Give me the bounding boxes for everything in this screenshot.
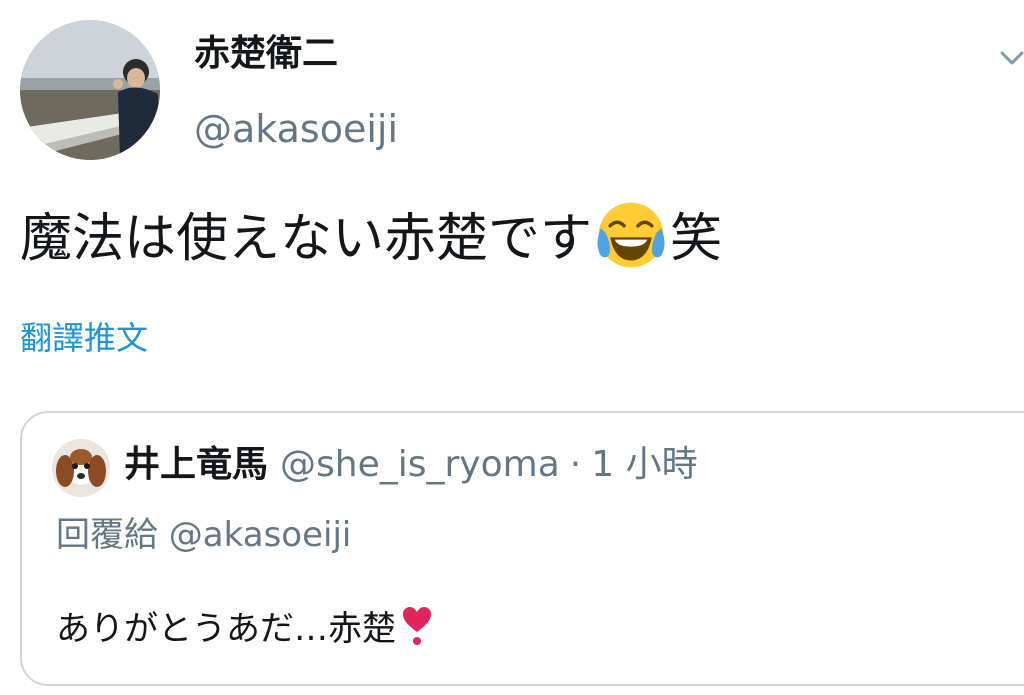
quoted-author-handle[interactable]: @she_is_ryoma <box>280 444 560 485</box>
quoted-tweet-text: ありがとうあだ…赤楚 <box>56 606 432 646</box>
quoted-author-avatar[interactable] <box>52 439 110 497</box>
chevron-down-icon[interactable] <box>998 44 1024 72</box>
author-avatar[interactable] <box>20 20 160 160</box>
quoted-author-name[interactable]: 井上竜馬 <box>124 444 268 485</box>
author-display-name[interactable]: 赤楚衛二 <box>194 36 338 72</box>
heart-exclamation-icon <box>403 607 431 645</box>
quoted-tweet-time[interactable]: 1 小時 <box>591 444 697 485</box>
avatar-photo <box>20 20 160 160</box>
author-handle[interactable]: @akasoeiji <box>194 110 398 148</box>
face-with-tears-of-joy-icon <box>597 202 665 268</box>
quoted-tweet-header: 井上竜馬 @she_is_ryoma · 1 小時 <box>124 447 698 483</box>
tweet-text-main: 魔法は使えない赤楚です <box>20 209 593 269</box>
dog-avatar-photo <box>52 439 110 497</box>
reply-to-label: 回覆給 @akasoeiji <box>56 515 352 555</box>
header-separator: · <box>569 444 582 485</box>
tweet-text: 魔法は使えない赤楚です 笑 <box>20 198 722 272</box>
tweet-text-suffix: 笑 <box>670 209 723 269</box>
translate-tweet-link[interactable]: 翻譯推文 <box>20 322 148 354</box>
quoted-tweet-text-main: ありがとうあだ…赤楚 <box>56 609 396 649</box>
